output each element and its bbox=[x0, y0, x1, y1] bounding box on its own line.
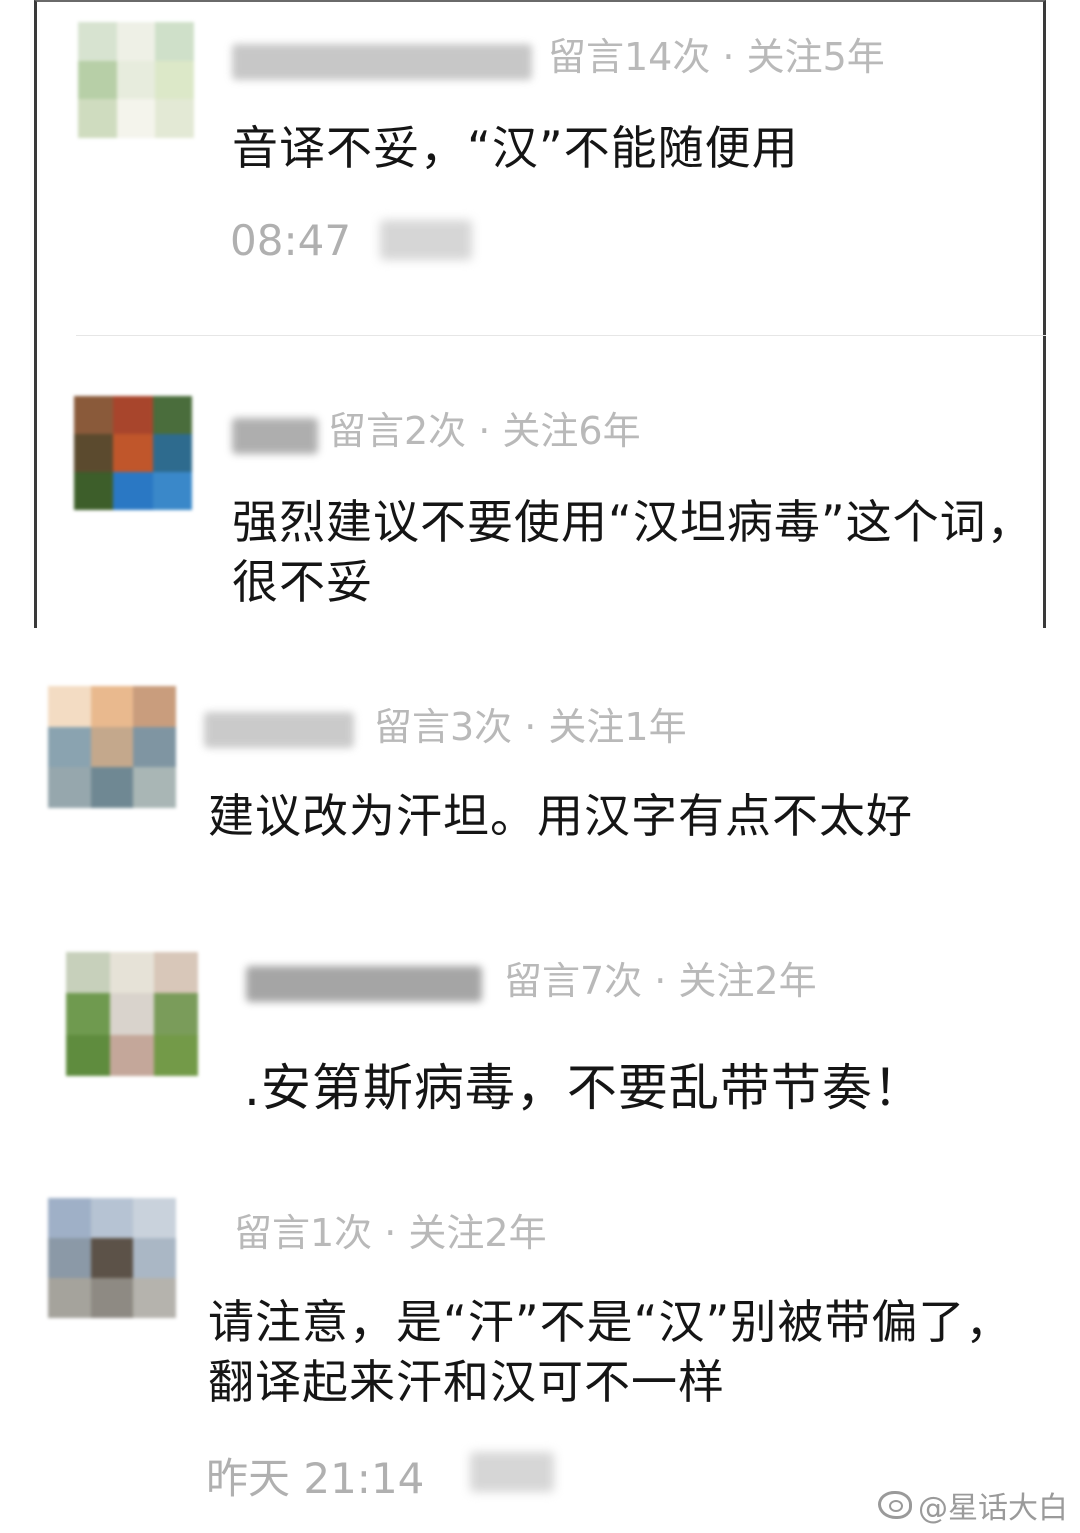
username-blurred[interactable] bbox=[232, 44, 532, 80]
username-blurred[interactable] bbox=[232, 418, 318, 454]
frame-cut bbox=[34, 628, 1046, 642]
avatar-pixel bbox=[133, 726, 176, 768]
avatar-pixel bbox=[155, 99, 194, 138]
avatar-pixel bbox=[154, 1034, 198, 1076]
avatar-pixel bbox=[90, 686, 134, 727]
comment-text: 强烈建议不要使用“汉坦病毒”这个词，很不妥 bbox=[232, 495, 1034, 609]
username-blurred[interactable] bbox=[204, 712, 354, 748]
avatar-pixel bbox=[48, 1238, 91, 1278]
comment-meta: 留言3次 · 关注1年 bbox=[374, 705, 687, 749]
avatar[interactable] bbox=[48, 686, 176, 808]
avatar-pixel bbox=[133, 1238, 176, 1278]
avatar-pixel bbox=[74, 434, 114, 472]
comment-text: 音译不妥，“汉”不能随便用 bbox=[232, 121, 799, 175]
comment-meta: 留言7次 · 关注2年 bbox=[504, 959, 817, 1003]
avatar[interactable] bbox=[78, 22, 194, 138]
comment-meta: 留言1次 · 关注2年 bbox=[234, 1211, 547, 1255]
avatar-pixel bbox=[154, 993, 198, 1035]
avatar-pixel bbox=[48, 1198, 91, 1238]
avatar-pixel bbox=[48, 1278, 91, 1318]
avatar-pixel bbox=[133, 1198, 176, 1238]
avatar-pixel bbox=[133, 686, 176, 727]
avatar-pixel bbox=[113, 396, 153, 434]
avatar-pixel bbox=[152, 396, 192, 434]
avatar-pixel bbox=[74, 472, 114, 510]
avatar-pixel bbox=[90, 1238, 134, 1278]
avatar-pixel bbox=[116, 60, 156, 100]
avatar-pixel bbox=[113, 434, 153, 472]
comment-text: 建议改为汗坦。用汉字有点不太好 bbox=[208, 789, 913, 843]
avatar-pixel bbox=[110, 952, 154, 994]
avatar-pixel bbox=[48, 726, 91, 768]
avatar-pixel bbox=[133, 1278, 176, 1318]
comment-time: 昨天 21:14 bbox=[206, 1454, 425, 1503]
avatar[interactable] bbox=[66, 952, 198, 1076]
avatar-pixel bbox=[66, 952, 110, 994]
comment-text: 请注意，是“汗”不是“汉”别被带偏了，翻译起来汗和汉可不一样 bbox=[208, 1295, 1013, 1409]
avatar-pixel bbox=[155, 22, 194, 61]
watermark: @星话大白 bbox=[878, 1483, 1068, 1527]
avatar-pixel bbox=[90, 1278, 134, 1318]
avatar-pixel bbox=[110, 1034, 154, 1076]
avatar-pixel bbox=[66, 1034, 110, 1076]
comment-meta: 留言14次 · 关注5年 bbox=[548, 35, 885, 79]
avatar-pixel bbox=[152, 472, 192, 510]
avatar-pixel bbox=[155, 60, 194, 100]
location-blurred bbox=[380, 220, 472, 260]
avatar[interactable] bbox=[74, 396, 192, 510]
avatar-pixel bbox=[110, 993, 154, 1035]
avatar-pixel bbox=[78, 99, 117, 138]
comment-time: 08:47 bbox=[230, 216, 352, 265]
comment-divider bbox=[76, 335, 1046, 336]
comment-text: .安第斯病毒，不要乱带节奏！ bbox=[244, 1059, 924, 1117]
username-blurred[interactable] bbox=[246, 966, 482, 1002]
avatar-pixel bbox=[74, 396, 114, 434]
avatar-pixel bbox=[133, 767, 176, 808]
location-blurred bbox=[470, 1452, 554, 1492]
weibo-icon bbox=[878, 1491, 912, 1519]
avatar-pixel bbox=[48, 686, 91, 727]
avatar-pixel bbox=[90, 1198, 134, 1238]
avatar-pixel bbox=[113, 472, 153, 510]
watermark-text: @星话大白 bbox=[918, 1491, 1068, 1526]
avatar-pixel bbox=[152, 434, 192, 472]
avatar-pixel bbox=[90, 767, 134, 808]
avatar-pixel bbox=[78, 60, 117, 100]
avatar-pixel bbox=[78, 22, 117, 61]
avatar-pixel bbox=[66, 993, 110, 1035]
avatar[interactable] bbox=[48, 1198, 176, 1318]
avatar-pixel bbox=[116, 99, 156, 138]
avatar-pixel bbox=[116, 22, 156, 61]
avatar-pixel bbox=[48, 767, 91, 808]
avatar-pixel bbox=[90, 726, 134, 768]
comment-meta: 留言2次 · 关注6年 bbox=[328, 409, 641, 453]
avatar-pixel bbox=[154, 952, 198, 994]
